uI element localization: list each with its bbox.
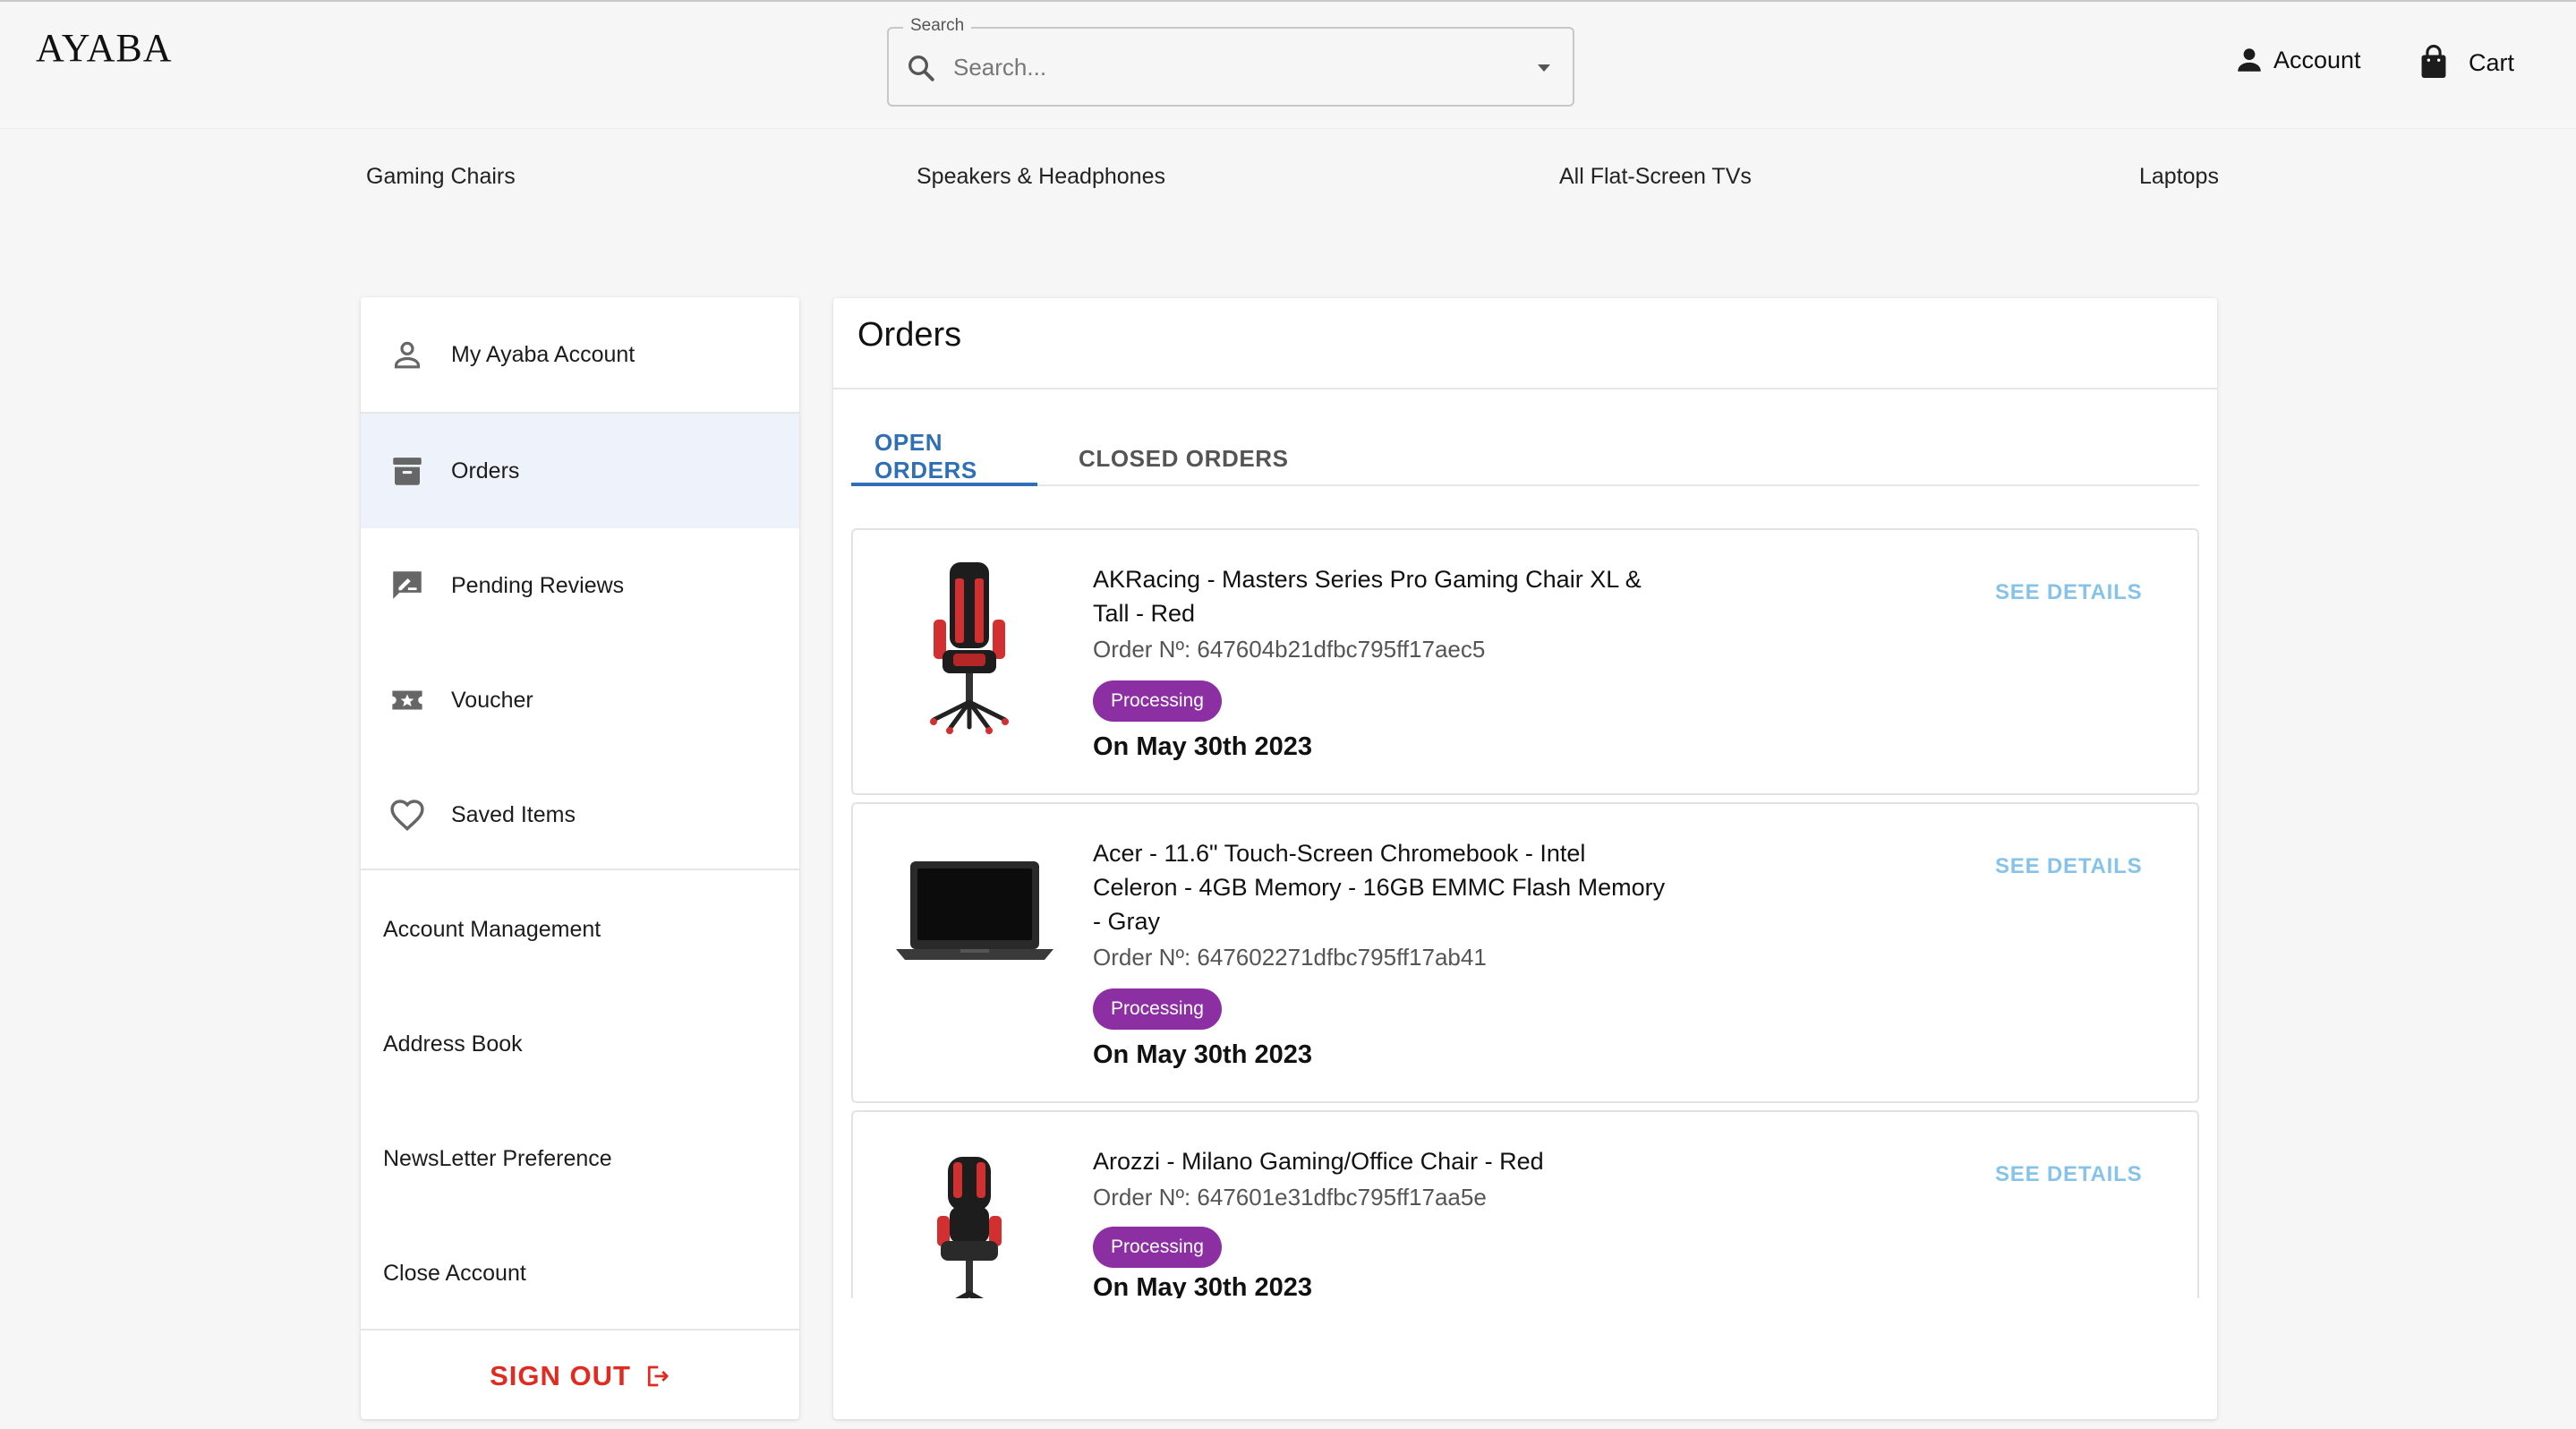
order-tabs: OPEN ORDERS CLOSED ORDERS [851, 429, 2199, 486]
sidebar-item-orders[interactable]: Orders [361, 414, 799, 528]
order-date: On May 30th 2023 [1093, 1273, 1312, 1298]
category-laptops[interactable]: Laptops [2139, 164, 2219, 190]
office-chair-image [937, 1157, 1002, 1298]
sidebar-item-pending-reviews[interactable]: Pending Reviews [361, 528, 799, 643]
account-sidebar: My Ayaba Account Orders Pending Reviews [361, 297, 799, 1419]
sidebar-divider [361, 869, 799, 870]
sidebar-item-voucher[interactable]: Voucher [361, 643, 799, 757]
cart-link[interactable]: Cart [2418, 45, 2514, 81]
order-date: On May 30th 2023 [1093, 732, 1312, 761]
see-details-button[interactable]: SEE DETAILS [1995, 854, 2142, 879]
status-badge: Processing [1093, 1227, 1222, 1268]
account-link[interactable]: Account [2234, 45, 2361, 75]
sidebar-link-newsletter-preference[interactable]: NewsLetter Preference [361, 1101, 799, 1216]
chevron-down-icon[interactable] [1533, 59, 1555, 77]
order-title[interactable]: Arozzi - Milano Gaming/Office Chair - Re… [1093, 1144, 1666, 1178]
sidebar-item-label: Voucher [451, 687, 533, 713]
orders-list[interactable]: AKRacing - Masters Series Pro Gaming Cha… [851, 528, 2199, 1298]
top-header: AYABA Search Account Cart [0, 0, 2576, 129]
title-divider [833, 388, 2217, 389]
order-title[interactable]: Acer - 11.6" Touch-Screen Chromebook - I… [1093, 836, 1666, 938]
cart-label: Cart [2469, 48, 2515, 76]
status-badge: Processing [1093, 680, 1222, 722]
search-input[interactable] [953, 45, 1490, 90]
order-number: Order Nº: 647602271dfbc795ff17ab41 [1093, 944, 1487, 971]
order-card: Acer - 11.6" Touch-Screen Chromebook - I… [851, 802, 2199, 1103]
logo[interactable]: AYABA [36, 25, 173, 71]
order-number: Order Nº: 647604b21dfbc795ff17aec5 [1093, 636, 1486, 663]
tab-open-orders[interactable]: OPEN ORDERS [851, 429, 1037, 486]
sidebar-link-label: NewsLetter Preference [383, 1145, 612, 1171]
tab-closed-orders[interactable]: CLOSED ORDERS [1055, 431, 1312, 486]
search-legend: Search [903, 16, 972, 36]
sidebar-link-account-management[interactable]: Account Management [361, 872, 799, 987]
shopping-bag-icon [2421, 45, 2446, 78]
sign-out-button[interactable]: SIGN OUT [361, 1336, 799, 1416]
orders-panel: Orders OPEN ORDERS CLOSED ORDERS AKRacin… [833, 298, 2217, 1419]
archive-box-icon [386, 449, 429, 492]
rate-review-icon [386, 564, 429, 607]
sidebar-item-my-account[interactable]: My Ayaba Account [361, 297, 799, 412]
sidebar-item-label: Pending Reviews [451, 572, 625, 598]
status-badge: Processing [1093, 988, 1222, 1030]
ticket-star-icon [386, 679, 429, 722]
search-icon [908, 56, 934, 81]
chromebook-laptop-image [896, 861, 1053, 960]
logout-icon [647, 1365, 669, 1387]
sidebar-link-label: Account Management [383, 916, 601, 942]
sidebar-link-label: Close Account [383, 1260, 526, 1286]
sidebar-link-label: Address Book [383, 1031, 523, 1057]
see-details-button[interactable]: SEE DETAILS [1995, 1162, 2142, 1187]
order-date: On May 30th 2023 [1093, 1040, 1312, 1069]
gaming-chair-image [930, 562, 1009, 734]
category-speakers-headphones[interactable]: Speakers & Headphones [917, 164, 1165, 190]
category-nav: Gaming Chairs Speakers & Headphones All … [0, 164, 2576, 200]
see-details-button[interactable]: SEE DETAILS [1995, 580, 2142, 605]
account-label: Account [2273, 46, 2361, 73]
order-title[interactable]: AKRacing - Masters Series Pro Gaming Cha… [1093, 562, 1666, 630]
sidebar-item-label: Saved Items [451, 801, 576, 827]
person-outline-icon [386, 333, 429, 376]
sidebar-item-label: My Ayaba Account [451, 341, 635, 367]
category-flat-screen-tvs[interactable]: All Flat-Screen TVs [1559, 164, 1752, 190]
sidebar-link-address-book[interactable]: Address Book [361, 987, 799, 1101]
sidebar-item-label: Orders [451, 458, 520, 483]
sidebar-link-close-account[interactable]: Close Account [361, 1216, 799, 1331]
page-title: Orders [857, 316, 962, 354]
order-card: AKRacing - Masters Series Pro Gaming Cha… [851, 528, 2199, 795]
order-number: Order Nº: 647601e31dfbc795ff17aa5e [1093, 1184, 1487, 1211]
heart-outline-icon [386, 793, 429, 836]
order-card: Arozzi - Milano Gaming/Office Chair - Re… [851, 1110, 2199, 1298]
sidebar-item-saved-items[interactable]: Saved Items [361, 757, 799, 872]
sign-out-label: SIGN OUT [490, 1360, 631, 1391]
category-gaming-chairs[interactable]: Gaming Chairs [366, 164, 516, 190]
search-field[interactable]: Search [887, 16, 1574, 107]
person-icon [2238, 48, 2261, 72]
sidebar-divider [361, 1329, 799, 1331]
